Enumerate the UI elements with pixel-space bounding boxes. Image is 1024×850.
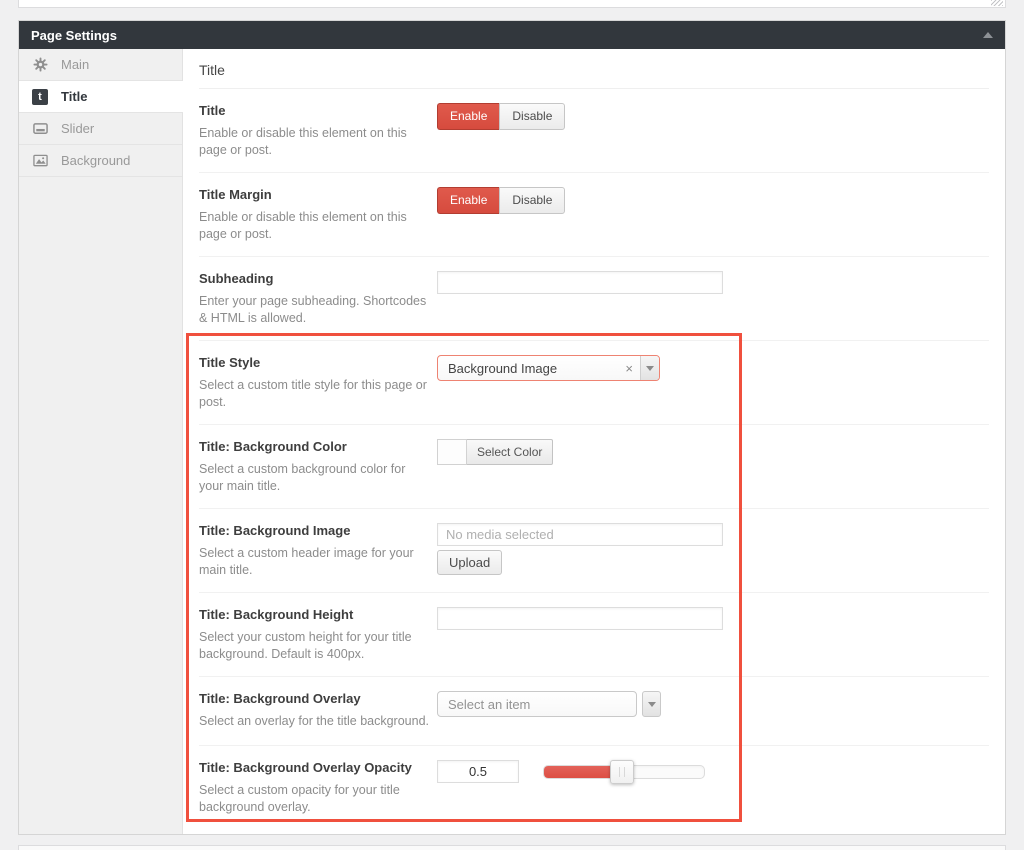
setting-desc: Select a custom title style for this pag… [199,377,429,410]
disable-button[interactable]: Disable [499,103,565,130]
sidebar-item-main[interactable]: Main [19,49,182,81]
subheading-input[interactable] [437,271,723,294]
editor-box-bottom [18,0,1006,8]
select-placeholder: Select an item [438,697,636,712]
setting-label: Title: Background Color [199,439,429,454]
setting-desc: Select an overlay for the title backgrou… [199,713,429,730]
sidebar-item-label: Background [61,153,130,168]
setting-label: Title: Background Overlay Opacity [199,760,429,775]
setting-row-bg-overlay-opacity: Title: Background Overlay Opacity Select… [199,746,989,832]
opacity-input[interactable] [437,760,519,783]
next-box-top [18,845,1006,850]
setting-desc: Enable or disable this element on this p… [199,125,429,158]
chevron-down-icon [646,366,654,371]
enable-button[interactable]: Enable [437,187,499,214]
setting-desc: Select a custom header image for your ma… [199,545,429,578]
title-margin-toggle-group: Enable Disable [437,187,565,214]
selected-value: Background Image [438,361,618,376]
setting-row-title-style: Title Style Select a custom title style … [199,341,989,425]
collapse-icon[interactable] [983,32,993,38]
bg-height-input[interactable] [437,607,723,630]
sidebar-item-title[interactable]: t Title [19,81,183,113]
color-swatch[interactable] [437,439,467,465]
setting-row-bg-image: Title: Background Image Select a custom … [199,509,989,593]
setting-label: Title: Background Image [199,523,429,538]
setting-row-title: Title Enable or disable this element on … [199,89,989,173]
setting-label: Title: Background Height [199,607,429,622]
setting-label: Subheading [199,271,429,286]
sidebar-item-label: Main [61,57,89,72]
dropdown-arrow[interactable] [640,356,659,380]
sidebar-item-label: Title [61,89,88,104]
setting-row-bg-color: Title: Background Color Select a custom … [199,425,989,509]
opacity-slider[interactable] [543,765,705,779]
disable-button[interactable]: Disable [499,187,565,214]
title-style-select[interactable]: Background Image × [437,355,660,381]
setting-desc: Select your custom height for your title… [199,629,429,662]
setting-label: Title Style [199,355,429,370]
dropdown-arrow[interactable] [642,691,661,717]
section-title: Title [199,49,989,89]
setting-label: Title: Background Overlay [199,691,429,706]
slider-handle[interactable] [610,760,634,784]
upload-button[interactable]: Upload [437,550,502,575]
clear-icon[interactable]: × [618,361,640,376]
setting-row-bg-height: Title: Background Height Select your cus… [199,593,989,677]
slider-icon [32,121,48,137]
settings-main: Title Title Enable or disable this eleme… [183,49,1005,834]
setting-desc: Select a custom opacity for your title b… [199,782,429,815]
color-picker: Select Color [437,439,553,465]
setting-row-bg-overlay: Title: Background Overlay Select an over… [199,677,989,746]
setting-label: Title [199,103,429,118]
setting-row-title-margin: Title Margin Enable or disable this elem… [199,173,989,257]
panel-header[interactable]: Page Settings [19,21,1005,49]
sidebar-item-label: Slider [61,121,94,136]
sidebar-item-background[interactable]: Background [19,145,182,177]
setting-desc: Enable or disable this element on this p… [199,209,429,242]
title-toggle-group: Enable Disable [437,103,565,130]
setting-row-subheading: Subheading Enter your page subheading. S… [199,257,989,341]
gear-icon [32,57,48,73]
title-icon: t [32,89,48,105]
sidebar-item-slider[interactable]: Slider [19,113,182,145]
setting-label: Title Margin [199,187,429,202]
resize-grip-icon[interactable] [991,0,1003,6]
bg-overlay-select[interactable]: Select an item [437,691,637,717]
background-image-icon [32,153,48,169]
setting-desc: Select a custom background color for you… [199,461,429,494]
slider-grip-icon [619,767,625,777]
page-settings-panel: Page Settings [18,20,1006,835]
chevron-down-icon [648,702,656,707]
panel-title: Page Settings [31,28,117,43]
select-color-button[interactable]: Select Color [467,439,553,465]
panel-body: Main t Title Slider [19,49,1005,834]
setting-desc: Enter your page subheading. Shortcodes &… [199,293,429,326]
settings-sidebar: Main t Title Slider [19,49,183,834]
enable-button[interactable]: Enable [437,103,499,130]
media-input[interactable] [437,523,723,546]
